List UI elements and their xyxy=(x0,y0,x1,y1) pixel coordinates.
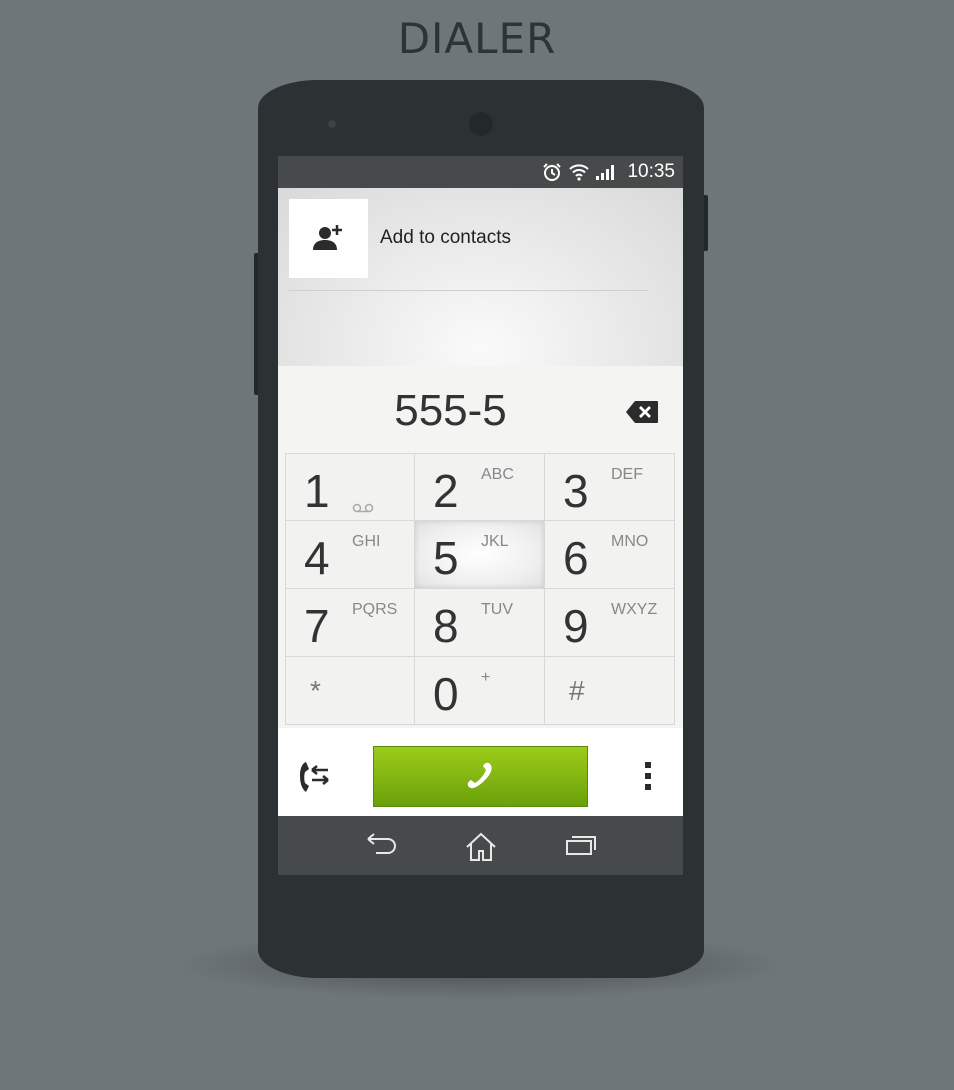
key-letters: MNO xyxy=(611,533,649,550)
key-digit: 3 xyxy=(563,465,589,517)
key-digit: 7 xyxy=(304,600,330,652)
key-digit: # xyxy=(569,675,585,706)
key-digit: * xyxy=(310,675,321,706)
add-to-contacts-row[interactable]: Add to contacts xyxy=(289,198,649,291)
overflow-menu-icon[interactable] xyxy=(644,762,652,794)
wifi-icon xyxy=(569,163,590,181)
key-digit: 8 xyxy=(433,600,459,652)
alarm-icon xyxy=(542,162,562,182)
call-transfer-icon[interactable] xyxy=(296,758,332,800)
key-9[interactable]: 9 WXYZ xyxy=(545,589,675,657)
key-digit: 2 xyxy=(433,465,459,517)
dialed-number[interactable]: 555-5 xyxy=(278,386,623,436)
key-2[interactable]: 2 ABC xyxy=(415,453,545,521)
contacts-area: Add to contacts xyxy=(278,188,683,366)
proximity-sensor xyxy=(328,120,336,128)
key-0[interactable]: 0 + xyxy=(415,657,545,725)
backspace-icon[interactable] xyxy=(625,400,659,428)
add-to-contacts-label: Add to contacts xyxy=(380,227,511,248)
voicemail-icon xyxy=(352,498,374,517)
key-letters: GHI xyxy=(352,533,381,550)
key-digit: 6 xyxy=(563,532,589,584)
key-8[interactable]: 8 TUV xyxy=(415,589,545,657)
key-7[interactable]: 7 PQRS xyxy=(285,589,415,657)
phone-screen: 10:35 Add to contacts 555-5 1 2 ABC 3 DE… xyxy=(278,156,683,875)
key-4[interactable]: 4 GHI xyxy=(285,521,415,589)
key-letters: TUV xyxy=(481,601,513,618)
key-digit: 1 xyxy=(304,465,330,517)
key-6[interactable]: 6 MNO xyxy=(545,521,675,589)
key-letters: PQRS xyxy=(352,601,398,618)
page-title: DIALER xyxy=(397,14,557,63)
front-camera xyxy=(469,112,493,136)
key-digit: 5 xyxy=(433,532,459,584)
keypad: 1 2 ABC 3 DEF 4 GHI 5 JKL 6 MNO 7 PQRS 8… xyxy=(285,453,675,725)
status-time: 10:35 xyxy=(627,161,675,182)
status-bar: 10:35 xyxy=(278,156,683,188)
back-icon[interactable] xyxy=(364,832,398,862)
phone-icon xyxy=(463,759,499,795)
key-letters: ABC xyxy=(481,466,514,483)
key-1[interactable]: 1 xyxy=(285,453,415,521)
signal-icon xyxy=(596,164,616,180)
number-row: 555-5 xyxy=(278,368,683,452)
key-letters: WXYZ xyxy=(611,601,658,618)
key-5[interactable]: 5 JKL xyxy=(415,521,545,589)
key-hash[interactable]: # xyxy=(545,657,675,725)
add-contact-icon xyxy=(289,198,368,278)
key-letters: JKL xyxy=(481,533,509,550)
call-button[interactable] xyxy=(373,746,588,807)
key-letters: + xyxy=(481,669,491,686)
key-digit: 9 xyxy=(563,600,589,652)
key-3[interactable]: 3 DEF xyxy=(545,453,675,521)
key-digit: 4 xyxy=(304,532,330,584)
navigation-bar xyxy=(278,816,683,875)
key-digit: 0 xyxy=(433,668,459,720)
home-icon[interactable] xyxy=(464,832,498,866)
key-star[interactable]: * xyxy=(285,657,415,725)
key-letters: DEF xyxy=(611,466,643,483)
action-bar xyxy=(278,728,683,816)
recent-apps-icon[interactable] xyxy=(564,832,598,862)
